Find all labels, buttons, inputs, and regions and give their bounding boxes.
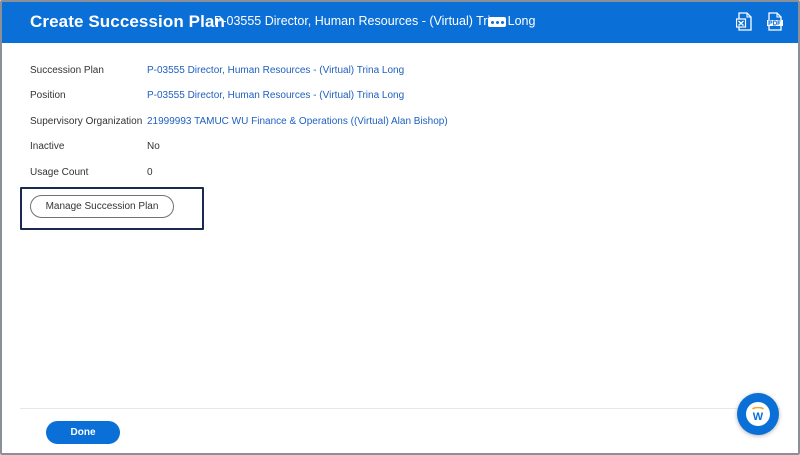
page-header: Create Succession Plan P-03555 Director,… bbox=[2, 2, 798, 43]
supervisory-organization-link[interactable]: 21999993 TAMUC WU Finance & Operations (… bbox=[147, 116, 448, 127]
usage-count-value: 0 bbox=[147, 167, 153, 178]
position-link[interactable]: P-03555 Director, Human Resources - (Vir… bbox=[147, 90, 404, 101]
export-pdf-icon[interactable] bbox=[767, 12, 783, 31]
manage-succession-plan-button[interactable]: Manage Succession Plan bbox=[30, 195, 174, 218]
page-title: Create Succession Plan bbox=[30, 12, 225, 31]
field-succession-plan: Succession Plan P-03555 Director, Human … bbox=[30, 60, 630, 80]
export-excel-icon[interactable] bbox=[736, 12, 752, 31]
field-usage-count: Usage Count 0 bbox=[30, 162, 630, 182]
done-button[interactable]: Done bbox=[46, 421, 120, 444]
field-label: Position bbox=[30, 90, 66, 101]
succession-plan-link[interactable]: P-03555 Director, Human Resources - (Vir… bbox=[147, 65, 404, 76]
field-inactive: Inactive No bbox=[30, 136, 630, 156]
footer-divider bbox=[20, 408, 780, 409]
field-position: Position P-03555 Director, Human Resourc… bbox=[30, 85, 630, 105]
assistant-glyph: W bbox=[753, 411, 764, 421]
more-options-icon[interactable] bbox=[488, 17, 506, 27]
field-label: Usage Count bbox=[30, 167, 89, 178]
inactive-value: No bbox=[147, 141, 160, 152]
field-label: Inactive bbox=[30, 141, 65, 152]
window-frame: Create Succession Plan P-03555 Director,… bbox=[0, 0, 800, 455]
field-label: Succession Plan bbox=[30, 65, 104, 76]
field-supervisory-organization: Supervisory Organization 21999993 TAMUC … bbox=[30, 111, 630, 131]
workday-assistant-icon: W bbox=[746, 402, 770, 426]
field-label: Supervisory Organization bbox=[30, 116, 143, 127]
assistant-button[interactable]: W bbox=[737, 393, 779, 435]
